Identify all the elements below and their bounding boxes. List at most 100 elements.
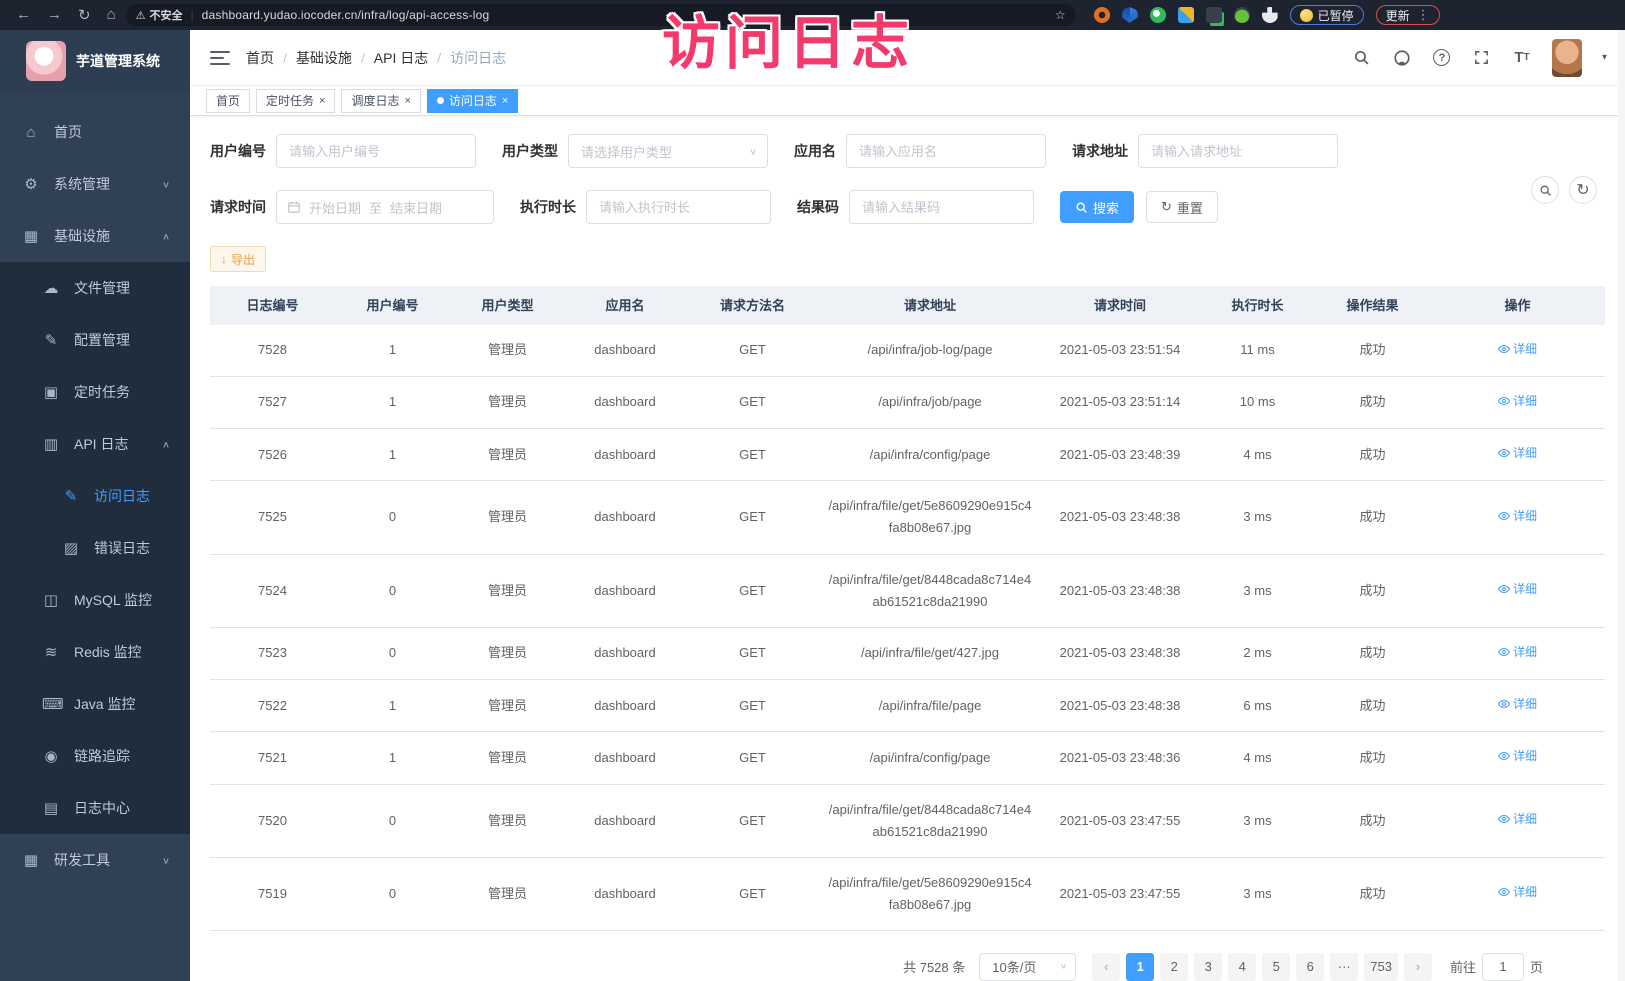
sidebar-item[interactable]: ≋Redis 监控 — [0, 626, 190, 678]
close-icon[interactable]: × — [319, 95, 325, 107]
url-text[interactable]: dashboard.yudao.iocoder.cn/infra/log/api… — [202, 8, 1047, 22]
cell-id: 7525 — [210, 481, 335, 554]
extension-icon[interactable] — [1206, 7, 1222, 23]
detail-label: 详细 — [1513, 642, 1537, 662]
help-icon[interactable]: ? — [1432, 48, 1452, 68]
tab-调度日志[interactable]: 调度日志× — [341, 89, 420, 113]
eye-icon — [1498, 447, 1510, 459]
browser-home-icon[interactable]: ⌂ — [107, 6, 116, 24]
refresh-table-button[interactable]: ↻ — [1569, 176, 1597, 204]
result-code-input[interactable] — [849, 190, 1034, 224]
breadcrumb-item[interactable]: 基础设施 — [296, 48, 352, 68]
browser-forward-icon[interactable]: → — [47, 6, 62, 24]
extension-icon[interactable] — [1122, 7, 1138, 23]
page-button-6[interactable]: 6 — [1296, 953, 1324, 981]
sidebar-item[interactable]: ▣定时任务 — [0, 366, 190, 418]
page-button-2[interactable]: 2 — [1160, 953, 1188, 981]
page-button-3[interactable]: 3 — [1194, 953, 1222, 981]
header-search-icon[interactable] — [1352, 48, 1372, 68]
scrollbar[interactable] — [1618, 30, 1625, 981]
extension-icon[interactable] — [1150, 7, 1166, 23]
sidebar-item[interactable]: ▨错误日志 — [0, 522, 190, 574]
detail-link[interactable]: 详细 — [1498, 882, 1537, 902]
page-button-1[interactable]: 1 — [1126, 953, 1154, 981]
cell-url: /api/infra/file/page — [820, 680, 1040, 732]
detail-link[interactable]: 详细 — [1498, 391, 1537, 411]
tab-首页[interactable]: 首页 — [206, 89, 250, 113]
extensions-puzzle-icon[interactable] — [1262, 7, 1278, 23]
browser-back-icon[interactable]: ← — [16, 6, 31, 24]
detail-link[interactable]: 详细 — [1498, 642, 1537, 662]
detail-link[interactable]: 详细 — [1498, 339, 1537, 359]
detail-link[interactable]: 详细 — [1498, 506, 1537, 526]
date-range-picker[interactable]: 开始日期 至 结束日期 — [276, 190, 494, 224]
app-name-input[interactable] — [846, 134, 1046, 168]
detail-link[interactable]: 详细 — [1498, 746, 1537, 766]
user-type-select[interactable]: 请选择用户类型 ∨ — [568, 134, 768, 168]
eye-icon — [1498, 343, 1510, 355]
user-id-input[interactable] — [276, 134, 476, 168]
sidebar-item[interactable]: ▤日志中心 — [0, 782, 190, 834]
breadcrumb-item[interactable]: API 日志 — [374, 48, 428, 68]
hamburger-icon[interactable] — [210, 51, 230, 65]
page-button-753[interactable]: 753 — [1364, 953, 1398, 981]
next-page-button[interactable]: › — [1404, 953, 1432, 981]
logo-row[interactable]: 芋道管理系统 — [0, 30, 190, 92]
duration-input[interactable] — [586, 190, 771, 224]
tab-访问日志[interactable]: 访问日志× — [427, 89, 518, 113]
breadcrumb-separator: / — [283, 50, 287, 66]
detail-link[interactable]: 详细 — [1498, 694, 1537, 714]
font-size-icon[interactable]: TT — [1512, 48, 1532, 68]
browser-reload-icon[interactable]: ↻ — [78, 6, 91, 24]
detail-link[interactable]: 详细 — [1498, 443, 1537, 463]
avatar-caret-icon[interactable]: ▾ — [1602, 52, 1607, 63]
profile-paused-badge[interactable]: 已暂停 — [1290, 5, 1364, 25]
sidebar-item[interactable]: ✎访问日志 — [0, 470, 190, 522]
more-pages-button[interactable]: ··· — [1330, 953, 1358, 981]
reset-button[interactable]: ↻ 重置 — [1146, 191, 1218, 223]
sidebar-item[interactable]: ✎配置管理 — [0, 314, 190, 366]
sidebar-item-label: 文件管理 — [74, 278, 190, 298]
detail-link[interactable]: 详细 — [1498, 809, 1537, 829]
github-icon[interactable] — [1392, 48, 1412, 68]
extension-icon[interactable] — [1094, 7, 1110, 23]
sidebar-item[interactable]: ⌨Java 监控 — [0, 678, 190, 730]
detail-link[interactable]: 详细 — [1498, 579, 1537, 599]
update-button[interactable]: 更新⋮ — [1376, 5, 1440, 25]
prev-page-button[interactable]: ‹ — [1092, 953, 1120, 981]
page-button-5[interactable]: 5 — [1262, 953, 1290, 981]
cell-result: 成功 — [1315, 680, 1430, 732]
browser-menu-icon[interactable]: ⋮ — [1417, 7, 1430, 23]
sidebar-item[interactable]: ⚙系统管理∨ — [0, 158, 190, 210]
sidebar-item[interactable]: ▦基础设施∧ — [0, 210, 190, 262]
search-button[interactable]: 搜索 — [1060, 191, 1134, 223]
sidebar-item-label: 访问日志 — [94, 486, 190, 506]
close-icon[interactable]: × — [404, 95, 410, 107]
tab-定时任务[interactable]: 定时任务× — [256, 89, 335, 113]
page-size-select[interactable]: 10条/页 ∨ — [979, 953, 1076, 981]
cell-method: GET — [685, 784, 820, 857]
sidebar-item[interactable]: ☁文件管理 — [0, 262, 190, 314]
security-warning-icon[interactable]: ⚠ 不安全 — [136, 7, 183, 23]
sidebar-item[interactable]: ▦研发工具∨ — [0, 834, 190, 886]
sidebar-item[interactable]: ◫MySQL 监控 — [0, 574, 190, 626]
request-url-input[interactable] — [1138, 134, 1338, 168]
address-bar[interactable]: ⚠ 不安全 | dashboard.yudao.iocoder.cn/infra… — [126, 4, 1076, 26]
breadcrumb-item[interactable]: 首页 — [246, 48, 274, 68]
fullscreen-icon[interactable] — [1472, 48, 1492, 68]
sidebar-item[interactable]: ⌂首页 — [0, 106, 190, 158]
bookmark-star-icon[interactable]: ☆ — [1055, 8, 1066, 22]
sidebar-item[interactable]: ◉链路追踪 — [0, 730, 190, 782]
cell-user_type: 管理员 — [450, 481, 565, 554]
refresh-icon: ↻ — [1161, 199, 1172, 215]
close-icon[interactable]: × — [502, 95, 508, 107]
toggle-search-button[interactable] — [1531, 176, 1559, 204]
extension-icon[interactable] — [1234, 7, 1250, 23]
goto-page-input[interactable] — [1482, 953, 1524, 981]
export-button[interactable]: ↓ 导出 — [210, 246, 266, 272]
trace-icon: ◉ — [42, 747, 60, 765]
sidebar-item[interactable]: ▥API 日志∧ — [0, 418, 190, 470]
page-button-4[interactable]: 4 — [1228, 953, 1256, 981]
user-avatar[interactable] — [1552, 39, 1582, 77]
extension-icon[interactable] — [1178, 7, 1194, 23]
